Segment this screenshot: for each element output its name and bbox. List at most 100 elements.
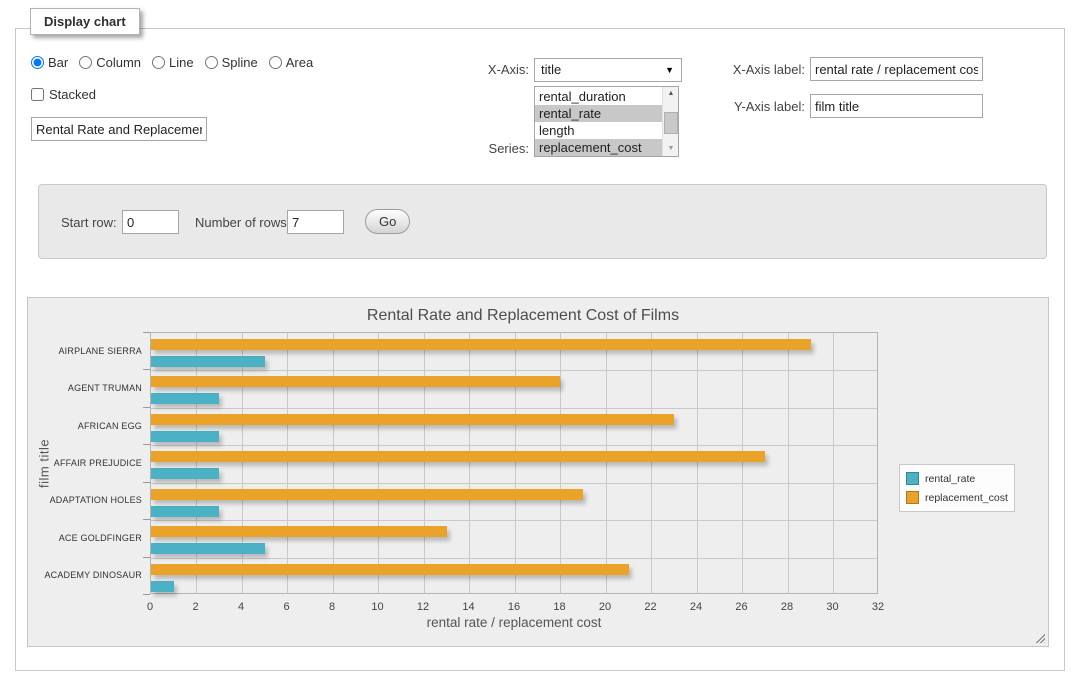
- x-axis-label-input[interactable]: [810, 57, 983, 81]
- series-option-replacement_cost[interactable]: replacement_cost: [535, 139, 662, 156]
- y-axis-tick: [143, 519, 150, 520]
- scrollbar[interactable]: ▲ ▼: [662, 87, 678, 156]
- y-axis-label-input[interactable]: [810, 94, 983, 118]
- series-option-rental_duration[interactable]: rental_duration: [535, 88, 662, 105]
- gridline-horizontal: [151, 408, 877, 409]
- resize-handle-icon[interactable]: [1034, 632, 1045, 643]
- chart-type-radio-column[interactable]: [79, 56, 92, 69]
- scroll-down-icon[interactable]: ▼: [663, 142, 679, 156]
- chart-type-option-area: Area: [269, 55, 313, 70]
- bar-rental_rate-5: [151, 543, 265, 554]
- chart-type-option-bar: Bar: [31, 55, 68, 70]
- gridline-vertical: [651, 333, 652, 593]
- x-axis-select[interactable]: title ▼: [534, 58, 682, 82]
- legend-swatch-icon: [906, 491, 919, 504]
- x-tick-label: 22: [636, 601, 666, 613]
- legend-item-replacement_cost: replacement_cost: [906, 488, 1008, 507]
- bar-rental_rate-0: [151, 356, 265, 367]
- go-button[interactable]: Go: [365, 209, 410, 234]
- bar-rental_rate-3: [151, 468, 219, 479]
- bar-replacement_cost-1: [151, 376, 560, 387]
- display-chart-fieldset: Display chart BarColumnLineSplineArea St…: [15, 28, 1065, 671]
- gridline-vertical: [742, 333, 743, 593]
- chart-type-radio-group: Bar Column Line Spline Area: [31, 55, 324, 70]
- start-row-label: Start row:: [61, 215, 117, 230]
- stacked-label: Stacked: [49, 87, 96, 102]
- scrollbar-thumb[interactable]: [664, 112, 678, 134]
- chart-type-label: Area: [286, 55, 313, 70]
- x-tick-label: 6: [272, 601, 302, 613]
- row-range-panel: Start row: Number of rows: Go: [38, 184, 1047, 259]
- gridline-vertical: [424, 333, 425, 593]
- chevron-down-icon: ▼: [665, 59, 674, 81]
- bar-replacement_cost-0: [151, 339, 811, 350]
- y-axis-tick: [143, 557, 150, 558]
- chart-type-option-column: Column: [79, 55, 141, 70]
- x-tick-label: 10: [363, 601, 393, 613]
- x-tick-label: 32: [863, 601, 893, 613]
- scroll-up-icon[interactable]: ▲: [663, 87, 679, 101]
- x-axis-select-label: X-Axis:: [416, 62, 529, 77]
- chart-title: Rental Rate and Replacement Cost of Film…: [28, 307, 1018, 325]
- x-tick-label: 12: [408, 601, 438, 613]
- y-axis-tick: [143, 369, 150, 370]
- y-axis-label-field-label: Y-Axis label:: [692, 99, 805, 114]
- y-axis-tick: [143, 332, 150, 333]
- number-of-rows-input[interactable]: [287, 210, 344, 234]
- chart-type-option-line: Line: [152, 55, 194, 70]
- chart-type-radio-line[interactable]: [152, 56, 165, 69]
- chart-type-radio-area[interactable]: [269, 56, 282, 69]
- series-option-rental_rate[interactable]: rental_rate: [535, 105, 662, 122]
- page: Display chart BarColumnLineSplineArea St…: [0, 0, 1081, 681]
- chart-type-label: Bar: [48, 55, 68, 70]
- gridline-vertical: [378, 333, 379, 593]
- gridline-horizontal: [151, 445, 877, 446]
- stacked-checkbox-row: Stacked: [31, 87, 96, 102]
- x-axis-title: rental rate / replacement cost: [150, 615, 878, 630]
- gridline-vertical: [469, 333, 470, 593]
- gridline-horizontal: [151, 520, 877, 521]
- x-tick-label: 8: [317, 601, 347, 613]
- gridline-vertical: [287, 333, 288, 593]
- gridline-vertical: [560, 333, 561, 593]
- gridline-vertical: [788, 333, 789, 593]
- bar-rental_rate-2: [151, 431, 219, 442]
- series-option-length[interactable]: length: [535, 122, 662, 139]
- gridline-horizontal: [151, 483, 877, 484]
- legend-item-rental_rate: rental_rate: [906, 469, 1008, 488]
- bar-replacement_cost-3: [151, 451, 765, 462]
- bar-replacement_cost-4: [151, 489, 583, 500]
- chart-type-label: Spline: [222, 55, 258, 70]
- x-axis-label-field-label: X-Axis label:: [692, 62, 805, 77]
- gridline-vertical: [515, 333, 516, 593]
- y-axis-title: film title: [36, 332, 52, 594]
- gridline-vertical: [606, 333, 607, 593]
- chart-legend: rental_rate replacement_cost: [899, 464, 1015, 512]
- y-axis-tick: [143, 482, 150, 483]
- y-axis-tick: [143, 407, 150, 408]
- x-tick-label: 24: [681, 601, 711, 613]
- gridline-vertical: [833, 333, 834, 593]
- gridline-vertical: [333, 333, 334, 593]
- chart-type-radio-spline[interactable]: [205, 56, 218, 69]
- chart-type-radio-bar[interactable]: [31, 56, 44, 69]
- legend-label: rental_rate: [925, 473, 975, 485]
- chart-title-input[interactable]: [31, 117, 207, 141]
- x-tick-label: 26: [727, 601, 757, 613]
- bar-rental_rate-4: [151, 506, 219, 517]
- x-tick-label: 4: [226, 601, 256, 613]
- series-listbox[interactable]: rental_durationrental_ratelengthreplacem…: [534, 86, 679, 157]
- start-row-input[interactable]: [122, 210, 179, 234]
- bar-replacement_cost-2: [151, 414, 674, 425]
- number-of-rows-label: Number of rows:: [195, 215, 290, 230]
- x-tick-label: 20: [590, 601, 620, 613]
- stacked-checkbox[interactable]: [31, 88, 44, 101]
- x-tick-label: 28: [772, 601, 802, 613]
- bar-rental_rate-6: [151, 581, 174, 592]
- x-tick-label: 0: [135, 601, 165, 613]
- gridline-horizontal: [151, 370, 877, 371]
- x-axis-select-value: title: [541, 62, 561, 77]
- chart-type-option-spline: Spline: [205, 55, 258, 70]
- bar-replacement_cost-6: [151, 564, 629, 575]
- chart-type-label: Line: [169, 55, 194, 70]
